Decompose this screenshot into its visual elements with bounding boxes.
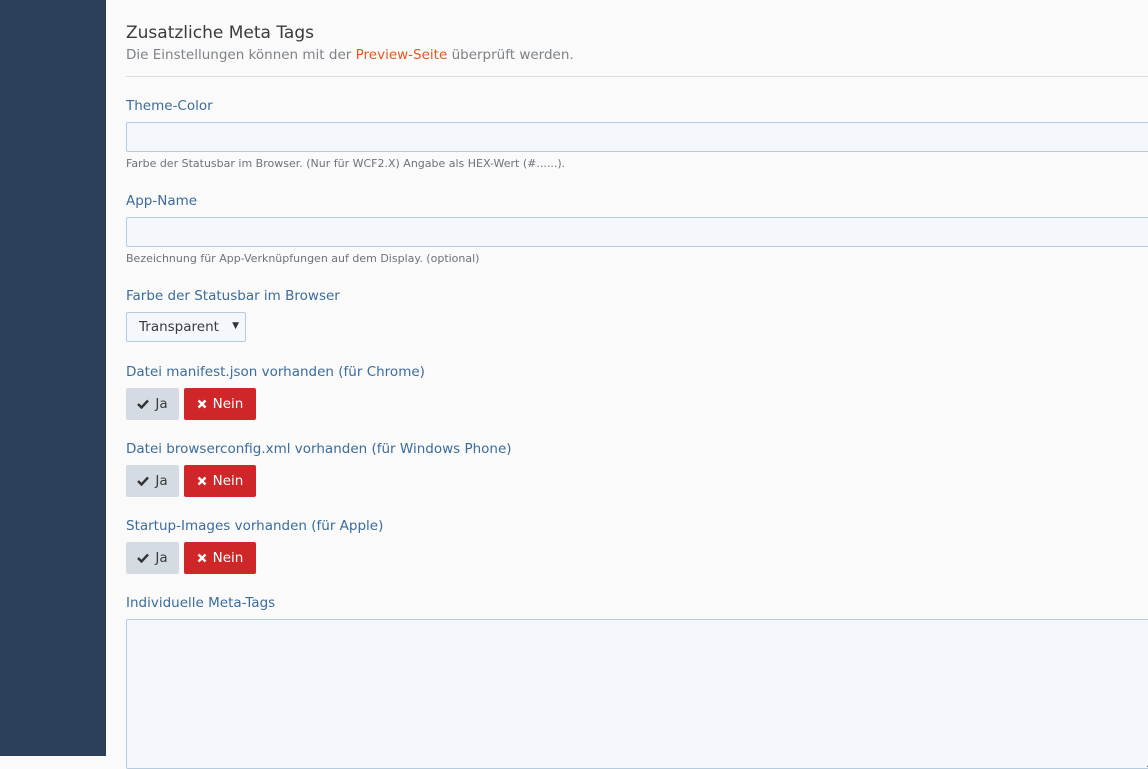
manifest-label: Datei manifest.json vorhanden (für Chrom… bbox=[126, 364, 425, 380]
preview-link[interactable]: Preview-Seite bbox=[356, 47, 448, 63]
statusbar-color-selected: Transparent bbox=[139, 319, 219, 335]
app-name-hint: Bezeichnung für App-Verknüpfungen auf de… bbox=[126, 252, 480, 265]
manifest-yes-button[interactable]: Ja bbox=[126, 388, 179, 420]
checkmark-icon bbox=[137, 553, 150, 563]
section-title: Zusatzliche Meta Tags bbox=[126, 23, 314, 43]
browserconfig-no-button[interactable]: Nein bbox=[184, 465, 256, 497]
section-description-text: Die Einstellungen können mit der bbox=[126, 47, 356, 63]
statusbar-color-label: Farbe der Statusbar im Browser bbox=[126, 288, 340, 304]
dropdown-arrow-icon: ▼ bbox=[232, 321, 239, 331]
divider bbox=[126, 76, 1148, 77]
settings-form: Zusatzliche Meta Tags Die Einstellungen … bbox=[126, 0, 1148, 769]
manifest-no-button[interactable]: Nein bbox=[184, 388, 256, 420]
section-description-text-end: überprüft werden. bbox=[447, 47, 574, 63]
startup-images-no-label: Nein bbox=[212, 550, 244, 566]
checkmark-icon bbox=[137, 476, 150, 486]
manifest-yes-label: Ja bbox=[155, 396, 168, 412]
custom-meta-tags-label: Individuelle Meta-Tags bbox=[126, 595, 276, 611]
app-name-input[interactable] bbox=[126, 217, 1148, 247]
startup-images-no-button[interactable]: Nein bbox=[184, 542, 256, 574]
theme-color-label: Theme-Color bbox=[126, 98, 213, 114]
browserconfig-no-label: Nein bbox=[212, 473, 244, 489]
checkmark-icon bbox=[137, 399, 150, 409]
sidebar bbox=[0, 0, 106, 756]
startup-images-yes-label: Ja bbox=[155, 550, 168, 566]
theme-color-input[interactable] bbox=[126, 122, 1148, 152]
section-description: Die Einstellungen können mit der Preview… bbox=[126, 47, 574, 63]
browserconfig-yes-button[interactable]: Ja bbox=[126, 465, 179, 497]
browserconfig-label: Datei browserconfig.xml vorhanden (für W… bbox=[126, 441, 512, 457]
startup-images-label: Startup-Images vorhanden (für Apple) bbox=[126, 518, 384, 534]
x-icon bbox=[197, 476, 207, 486]
startup-images-yes-button[interactable]: Ja bbox=[126, 542, 179, 574]
manifest-no-label: Nein bbox=[212, 396, 244, 412]
x-icon bbox=[197, 553, 207, 563]
browserconfig-yes-label: Ja bbox=[155, 473, 168, 489]
theme-color-hint: Farbe der Statusbar im Browser. (Nur für… bbox=[126, 157, 566, 170]
custom-meta-tags-textarea[interactable] bbox=[126, 619, 1148, 769]
x-icon bbox=[197, 399, 207, 409]
app-name-label: App-Name bbox=[126, 193, 198, 209]
statusbar-color-select[interactable]: Transparent ▼ bbox=[126, 312, 246, 342]
